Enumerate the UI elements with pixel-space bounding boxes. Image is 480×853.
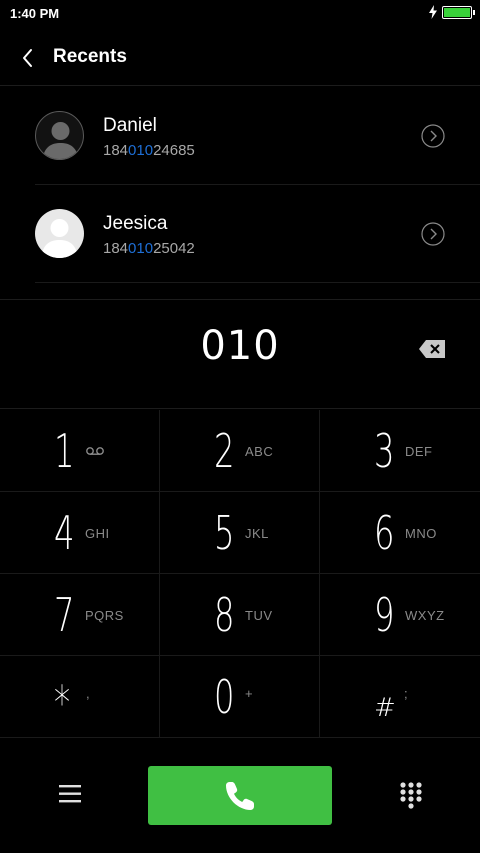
key-letters: , — [86, 686, 91, 701]
key-letters: TUV — [245, 608, 273, 623]
key-letters: DEF — [405, 444, 433, 459]
dialpad-icon — [400, 782, 422, 809]
dialed-number: 010 — [200, 323, 280, 369]
backspace-icon — [419, 340, 445, 358]
dialpad-toggle-button[interactable] — [398, 781, 424, 811]
key-star[interactable]: * , — [0, 656, 160, 738]
chevron-right-circle-icon — [421, 124, 445, 148]
key-digit: 1 — [54, 424, 75, 478]
contact-row-daniel[interactable]: Daniel 18401024685 — [35, 87, 480, 185]
contact-number: 18401024685 — [103, 142, 195, 159]
person-icon — [42, 122, 79, 159]
keypad: 1 2 ABC 3 DEF 4 GHI 5 JKL 6 MNO 7 PQRS 8… — [0, 410, 480, 738]
key-letters: + — [245, 686, 254, 701]
contact-name: Daniel — [103, 115, 157, 136]
recents-list: Daniel 18401024685 Jeesica 18401025042 — [0, 87, 480, 300]
key-digit: 0 — [214, 670, 235, 724]
key-digit: * — [54, 676, 71, 730]
key-9[interactable]: 9 WXYZ — [320, 574, 480, 656]
contact-name: Jeesica — [103, 213, 168, 234]
key-3[interactable]: 3 DEF — [320, 410, 480, 492]
number-suffix: 24685 — [153, 142, 195, 159]
hamburger-menu-icon — [59, 785, 81, 803]
charging-icon — [429, 5, 437, 19]
contact-row-jeesica[interactable]: Jeesica 18401025042 — [35, 185, 480, 283]
key-letters: GHI — [85, 526, 110, 541]
key-6[interactable]: 6 MNO — [320, 492, 480, 574]
page-title: Recents — [53, 46, 127, 67]
key-8[interactable]: 8 TUV — [160, 574, 320, 656]
chevron-right-circle-icon — [421, 222, 445, 246]
key-letters: JKL — [245, 526, 269, 541]
phone-icon — [226, 781, 254, 810]
key-letters: ; — [404, 686, 409, 701]
key-5[interactable]: 5 JKL — [160, 492, 320, 574]
key-4[interactable]: 4 GHI — [0, 492, 160, 574]
number-match-highlight: 010 — [128, 142, 154, 159]
key-digit: 6 — [374, 506, 395, 560]
number-prefix: 184 — [103, 142, 129, 159]
menu-button[interactable] — [56, 781, 84, 807]
bottom-bar — [0, 739, 480, 853]
chevron-left-icon — [23, 49, 32, 67]
number-prefix: 184 — [103, 240, 129, 257]
contact-number: 18401025042 — [103, 240, 195, 257]
status-bar: 1:40 PM — [0, 0, 480, 28]
key-7[interactable]: 7 PQRS — [0, 574, 160, 656]
key-digit: 5 — [214, 506, 235, 560]
key-hash[interactable]: # ; — [320, 656, 480, 738]
key-letters: WXYZ — [405, 608, 445, 623]
status-icons — [428, 5, 475, 19]
light-person-avatar — [35, 209, 84, 258]
key-digit: 2 — [214, 424, 235, 478]
key-1[interactable]: 1 — [0, 410, 160, 492]
battery-icon — [442, 5, 475, 19]
key-digit: # — [374, 693, 396, 723]
number-match-highlight: 010 — [128, 240, 154, 257]
status-time: 1:40 PM — [10, 6, 60, 21]
back-button[interactable] — [14, 44, 42, 72]
battery-level-fill — [444, 7, 470, 17]
header: Recents — [0, 30, 480, 86]
key-digit: 9 — [374, 588, 395, 642]
key-digit: 7 — [54, 588, 75, 642]
key-letters: MNO — [405, 526, 437, 541]
key-letters: PQRS — [85, 608, 124, 623]
person-icon — [41, 219, 78, 258]
key-digit: 4 — [54, 506, 75, 560]
key-0[interactable]: 0 + — [160, 656, 320, 738]
key-digit: 8 — [214, 588, 235, 642]
voicemail-icon — [86, 447, 104, 455]
call-button[interactable] — [148, 766, 332, 825]
key-letters: ABC — [245, 444, 274, 459]
key-digit: 3 — [374, 424, 395, 478]
contact-detail-button[interactable] — [421, 222, 445, 246]
dark-person-avatar — [35, 111, 84, 160]
backspace-button[interactable] — [418, 339, 446, 359]
dial-display: 010 — [0, 301, 480, 409]
contact-detail-button[interactable] — [421, 124, 445, 148]
number-suffix: 25042 — [153, 240, 195, 257]
key-2[interactable]: 2 ABC — [160, 410, 320, 492]
